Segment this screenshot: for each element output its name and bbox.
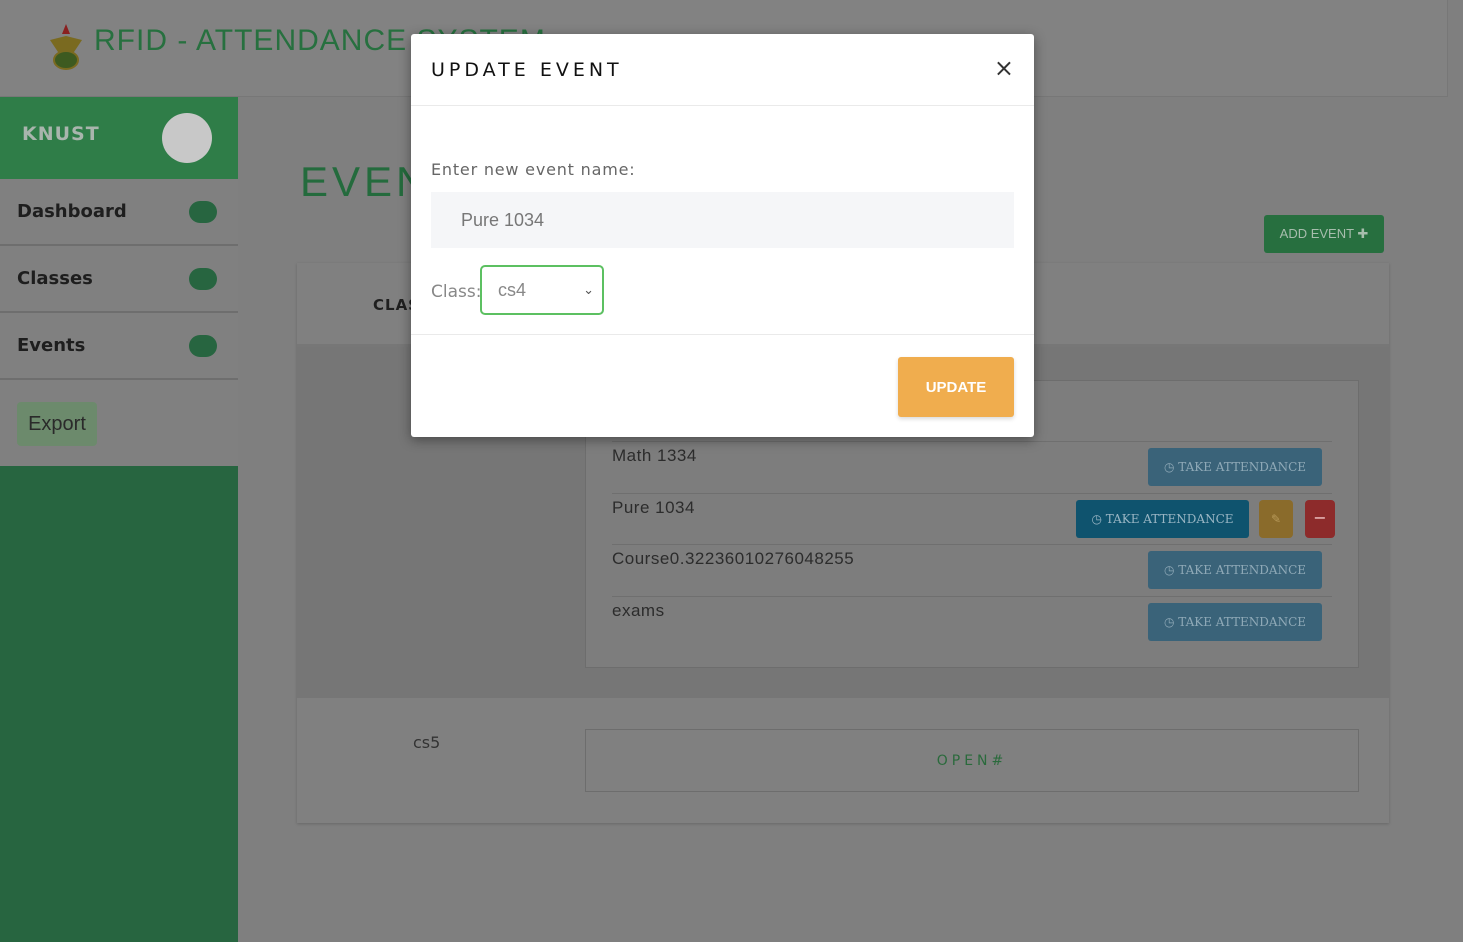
chevron-down-icon: ⌄	[583, 282, 594, 297]
update-event-modal: UPDATE EVENT × Enter new event name: Clas…	[411, 34, 1034, 437]
sidebar-item-label: Dashboard	[17, 201, 127, 222]
list-item: Course0.32236010276048255 ◷ TAKE ATTENDAN…	[612, 544, 1332, 596]
event-name: Course0.32236010276048255	[612, 549, 855, 568]
list-item: exams ◷ TAKE ATTENDANCE	[612, 596, 1332, 648]
delete-icon[interactable]: −	[1305, 500, 1335, 538]
seal-icon	[162, 113, 212, 163]
class-label: Class:	[431, 282, 482, 302]
brand-name: KNUST	[22, 123, 100, 145]
edit-icon[interactable]: ✎	[1259, 500, 1293, 538]
event-name: Math 1334	[612, 446, 697, 465]
close-icon[interactable]: ×	[994, 54, 1014, 82]
export-button[interactable]: Export	[17, 402, 97, 446]
class-select-value: cs4	[498, 280, 527, 300]
add-event-button[interactable]: ADD EVENT ✚	[1264, 215, 1384, 253]
sidebar-item-label: Events	[17, 335, 86, 356]
sidebar: KNUST Dashboard Classes Events Export	[0, 97, 238, 942]
update-button[interactable]: UPDATE	[898, 357, 1014, 417]
indicator-icon	[189, 268, 217, 290]
class-name: cs5	[413, 733, 441, 752]
sidebar-item-events[interactable]: Events	[0, 313, 238, 380]
modal-title: UPDATE EVENT	[431, 59, 623, 81]
event-name-label: Enter new event name:	[431, 160, 636, 179]
list-item: Pure 1034 ◷ TAKE ATTENDANCE ✎ −	[612, 493, 1335, 545]
class-row: cs5 OPEN#	[297, 698, 1389, 823]
sidebar-item-classes[interactable]: Classes	[0, 246, 238, 313]
list-item: Math 1334 ◷ TAKE ATTENDANCE	[612, 441, 1332, 493]
take-attendance-button[interactable]: ◷ TAKE ATTENDANCE	[1148, 551, 1322, 589]
event-name-input[interactable]	[431, 192, 1014, 248]
sidebar-item-label: Classes	[17, 268, 93, 289]
indicator-icon	[189, 201, 217, 223]
class-select[interactable]: cs4 ⌄	[480, 265, 604, 315]
event-name: exams	[612, 601, 665, 620]
take-attendance-button[interactable]: ◷ TAKE ATTENDANCE	[1148, 448, 1322, 486]
take-attendance-button[interactable]: ◷ TAKE ATTENDANCE	[1076, 500, 1249, 538]
sidebar-item-dashboard[interactable]: Dashboard	[0, 179, 238, 246]
take-attendance-button[interactable]: ◷ TAKE ATTENDANCE	[1148, 603, 1322, 641]
indicator-icon	[189, 335, 217, 357]
knust-logo-icon	[50, 24, 82, 70]
open-button[interactable]: OPEN#	[585, 729, 1359, 792]
event-name: Pure 1034	[612, 498, 695, 517]
